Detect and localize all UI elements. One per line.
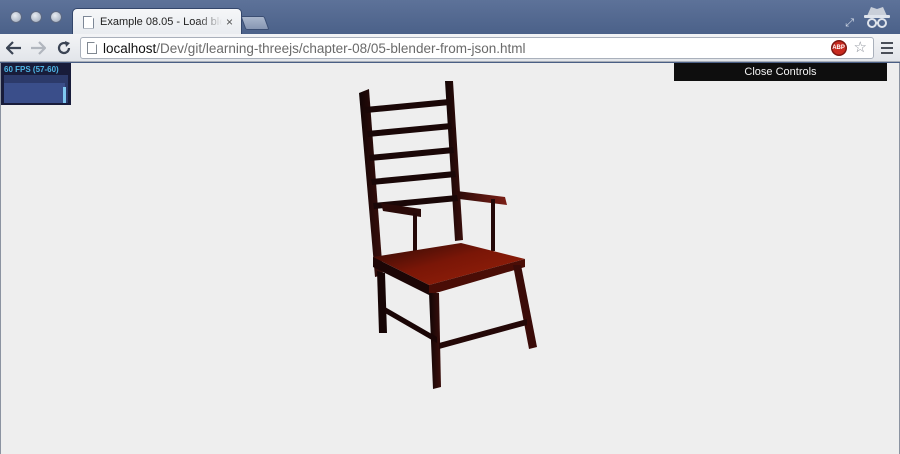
fps-graph (4, 75, 68, 103)
adblock-extension-icon[interactable]: ABP (830, 40, 847, 56)
browser-toolbar: localhost/Dev/git/learning-threejs/chapt… (0, 34, 900, 62)
new-tab-button[interactable] (240, 16, 270, 30)
page-viewport: 60 FPS (57-60) Close Controls (0, 63, 900, 454)
close-window-button[interactable] (10, 11, 22, 23)
forward-arrow-icon (31, 41, 46, 55)
bookmark-star-icon[interactable]: ☆ (854, 40, 867, 56)
hamburger-menu-icon[interactable] (881, 42, 893, 57)
url-path: /Dev/git/learning-threejs/chapter-08/05-… (156, 40, 526, 56)
page-info-icon[interactable] (87, 42, 97, 54)
back-arrow-icon (6, 41, 21, 55)
titlebar-right: ⤢ (845, 4, 892, 32)
fullscreen-icon[interactable]: ⤢ (845, 17, 854, 30)
address-bar[interactable]: localhost/Dev/git/learning-threejs/chapt… (80, 37, 874, 59)
3d-chair-model[interactable] (341, 75, 561, 395)
fps-graph-fill (4, 83, 65, 103)
minimize-window-button[interactable] (30, 11, 42, 23)
zoom-window-button[interactable] (50, 11, 62, 23)
close-controls-button[interactable]: Close Controls (674, 63, 887, 81)
url-host: localhost (103, 40, 157, 56)
back-button[interactable] (4, 38, 24, 58)
browser-tab-active[interactable]: Example 08.05 - Load blender × (72, 8, 242, 35)
fps-stats-panel[interactable]: 60 FPS (57-60) (1, 63, 71, 105)
fps-readout: 60 FPS (57-60) (4, 65, 59, 74)
window-controls (10, 11, 62, 23)
url-text[interactable]: localhost/Dev/git/learning-threejs/chapt… (103, 41, 525, 56)
reload-icon (57, 41, 71, 55)
reload-button[interactable] (54, 38, 74, 58)
address-bar-actions: ABP ☆ (830, 40, 867, 56)
page-favicon-icon (83, 15, 94, 29)
window-titlebar: Example 08.05 - Load blender × ⤢ (0, 0, 900, 35)
forward-button[interactable] (28, 38, 48, 58)
tab-title: Example 08.05 - Load blender (100, 16, 222, 28)
incognito-icon (864, 7, 890, 28)
tab-close-icon[interactable]: × (226, 15, 233, 29)
fps-graph-bar (63, 87, 66, 103)
